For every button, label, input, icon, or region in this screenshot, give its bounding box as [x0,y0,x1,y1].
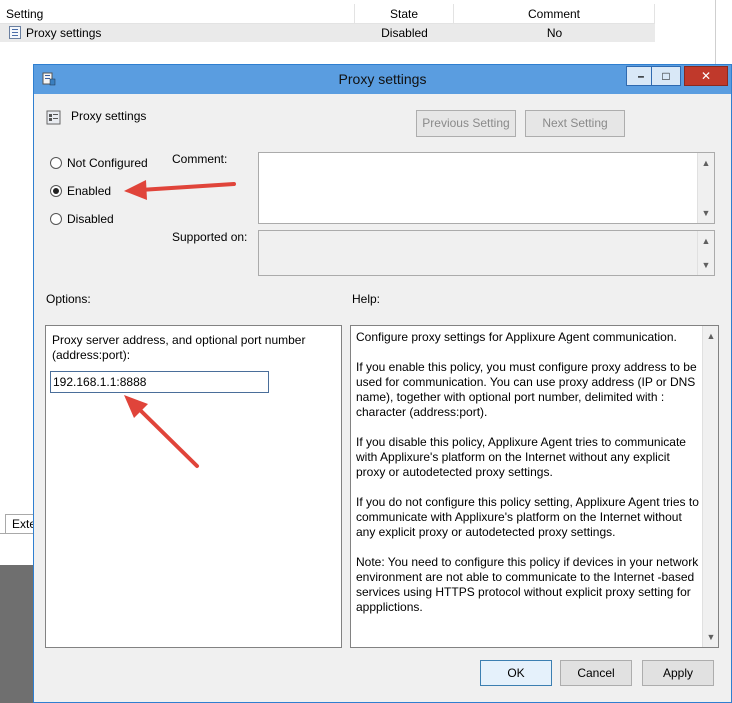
radio-label: Not Configured [67,156,148,170]
setting-name: Proxy settings [71,109,147,123]
options-panel: Proxy server address, and optional port … [45,325,342,648]
previous-setting-button[interactable]: Previous Setting [416,110,516,137]
options-label: Options: [46,292,91,306]
close-button[interactable]: ✕ [684,66,728,86]
supported-on-field: ▲ ▼ [258,230,715,276]
table-row[interactable]: Proxy settings Disabled No [0,24,655,42]
scroll-down-icon[interactable]: ▼ [698,205,714,221]
row-setting: Proxy settings [26,26,102,40]
cancel-button[interactable]: Cancel [560,660,632,686]
scroll-up-icon[interactable]: ▲ [703,328,719,344]
comment-label: Comment: [172,152,228,166]
comment-scrollbar[interactable]: ▲ ▼ [697,153,714,223]
supported-scrollbar[interactable]: ▲ ▼ [697,231,714,275]
scroll-up-icon[interactable]: ▲ [698,155,714,171]
help-paragraph: Configure proxy settings for Applixure A… [356,330,677,344]
proxy-address-input[interactable] [50,371,269,393]
apply-button[interactable]: Apply [642,660,714,686]
setting-header: Proxy settings Previous Setting Next Set… [42,94,723,138]
row-comment: No [546,26,563,40]
scroll-down-icon[interactable]: ▼ [703,629,719,645]
help-scrollbar[interactable]: ▲ ▼ [702,326,718,647]
comment-field[interactable]: ▲ ▼ [258,152,715,224]
scroll-up-icon[interactable]: ▲ [698,233,714,249]
radio-circle[interactable] [50,157,62,169]
tab-extended[interactable]: Exte [5,514,35,534]
ok-button[interactable]: OK [480,660,552,686]
help-paragraph: Note: You need to configure this policy … [356,555,699,614]
radio-label: Disabled [67,212,114,226]
help-panel: Configure proxy settings for Applixure A… [350,325,719,648]
column-state[interactable]: State [355,4,454,24]
dialog-body: Proxy settings Previous Setting Next Set… [42,94,723,696]
setting-icon [46,110,61,125]
help-paragraph: If you do not configure this policy sett… [356,495,699,539]
help-text: Configure proxy settings for Applixure A… [356,330,701,630]
radio-label: Enabled [67,184,112,198]
tab-divider [0,533,36,534]
dialog-titlebar[interactable]: Proxy settings – □ ✕ [34,65,731,94]
column-setting[interactable]: Setting [0,4,355,24]
proxy-settings-dialog: Proxy settings – □ ✕ Proxy settings Prev… [33,64,732,703]
next-setting-button[interactable]: Next Setting [525,110,625,137]
help-paragraph: If you enable this policy, you must conf… [356,360,697,419]
help-paragraph: If you disable this policy, Applixure Ag… [356,435,686,479]
policy-setting-icon [9,26,21,39]
maximize-button[interactable]: □ [651,66,681,86]
radio-circle[interactable] [50,185,62,197]
scroll-down-icon[interactable]: ▼ [698,257,714,273]
help-label: Help: [352,292,381,306]
list-header: Setting State Comment [0,4,655,24]
column-comment[interactable]: Comment [454,4,655,24]
radio-circle[interactable] [50,213,62,225]
proxy-option-description: Proxy server address, and optional port … [52,333,306,362]
row-state: Disabled [381,26,428,40]
supported-on-label: Supported on: [172,230,248,244]
